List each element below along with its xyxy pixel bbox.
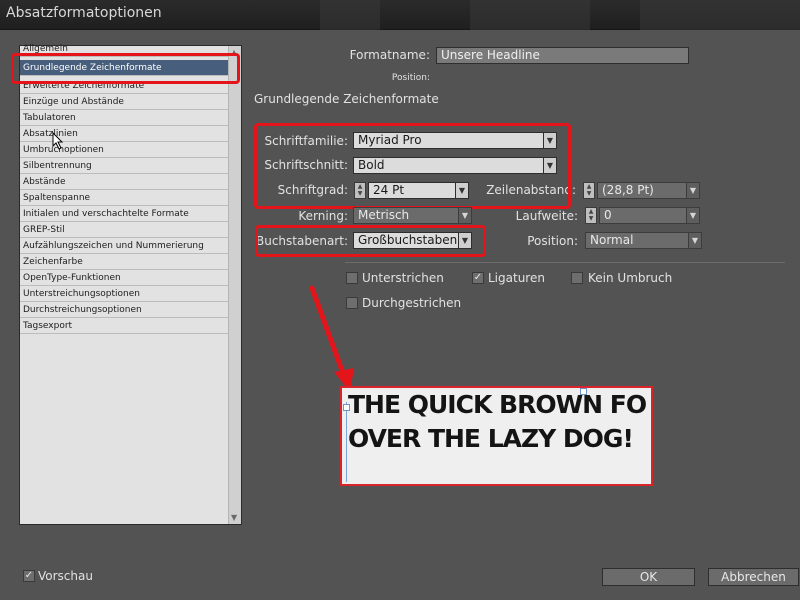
position-label: Position:: [527, 234, 578, 248]
section-title: Grundlegende Zeichenformate: [254, 92, 439, 106]
buchstabenart-highlight-box: [255, 225, 486, 257]
laufweite-label: Laufweite:: [515, 209, 578, 223]
preview-line-2: OVER THE LAZY DOG!: [348, 424, 634, 453]
divider: [345, 262, 785, 263]
category-item-zeichenfarbe[interactable]: Zeichenfarbe: [20, 254, 229, 270]
chevron-down-icon[interactable]: ▼: [686, 207, 700, 224]
category-item-tagsexport[interactable]: Tagsexport: [20, 318, 229, 334]
text-frame-edge: [346, 402, 347, 482]
titlebar-decoration: [320, 0, 380, 30]
category-item-einzuege-und-abstaende[interactable]: Einzüge und Abstände: [20, 94, 229, 110]
window-title: Absatzformatoptionen: [6, 5, 162, 21]
preview-line-1: THE QUICK BROWN FO: [348, 390, 647, 419]
vorschau-checkbox[interactable]: ✓: [23, 570, 35, 582]
category-item-grep-stil[interactable]: GREP-Stil: [20, 222, 229, 238]
category-item-unterstreichungsoptionen[interactable]: Unterstreichungsoptionen: [20, 286, 229, 302]
ligaturen-checkbox[interactable]: ✓: [472, 272, 484, 284]
mouse-cursor-icon: [52, 132, 64, 150]
title-bar: Absatzformatoptionen: [0, 0, 800, 30]
ligaturen-label: Ligaturen: [488, 271, 545, 285]
category-list[interactable]: Allgemein Grundlegende Zeichenformate Er…: [19, 44, 242, 525]
chevron-down-icon[interactable]: ▼: [686, 182, 700, 199]
category-item-aufzaehlungszeichen[interactable]: Aufzählungszeichen und Nummerierung: [20, 238, 229, 254]
font-settings-highlight-box: [254, 123, 571, 209]
kein-umbruch-checkbox[interactable]: [571, 272, 583, 284]
cancel-button[interactable]: Abbrechen: [708, 568, 799, 586]
laufweite-input[interactable]: 0: [599, 207, 687, 224]
scroll-down-arrow-icon[interactable]: ▼: [231, 513, 237, 522]
kerning-select[interactable]: Metrisch: [353, 207, 459, 224]
vorschau-label: Vorschau: [38, 569, 93, 583]
category-item-tabulatoren[interactable]: Tabulatoren: [20, 110, 229, 126]
chevron-down-icon[interactable]: ▼: [458, 207, 472, 224]
category-scrollbar[interactable]: ▲ ▼: [228, 46, 241, 524]
titlebar-decoration: [640, 0, 800, 30]
kein-umbruch-label: Kein Umbruch: [588, 271, 673, 285]
zeilenabstand-input[interactable]: (28,8 Pt): [597, 182, 687, 199]
text-preview: THE QUICK BROWN FO OVER THE LAZY DOG!: [340, 386, 653, 486]
ok-button[interactable]: OK: [602, 568, 695, 586]
unterstrichen-label: Unterstrichen: [362, 271, 444, 285]
position-select[interactable]: Normal: [585, 232, 689, 249]
titlebar-decoration: [470, 0, 590, 30]
durchgestrichen-label: Durchgestrichen: [362, 296, 462, 310]
formatname-input[interactable]: Unsere Headline: [436, 47, 689, 64]
category-item-opentype-funktionen[interactable]: OpenType-Funktionen: [20, 270, 229, 286]
zeilenabstand-stepper-icon[interactable]: ▲ ▼: [583, 182, 595, 199]
kerning-label: Kerning:: [298, 209, 348, 223]
category-item-abstaende[interactable]: Abstände: [20, 174, 229, 190]
category-item-silbentrennung[interactable]: Silbentrennung: [20, 158, 229, 174]
category-item-initialen[interactable]: Initialen und verschachtelte Formate: [20, 206, 229, 222]
laufweite-stepper-icon[interactable]: ▲ ▼: [585, 207, 597, 224]
category-item-spaltenspanne[interactable]: Spaltenspanne: [20, 190, 229, 206]
formatname-label: Formatname:: [349, 48, 430, 62]
category-item-durchstreichungsoptionen[interactable]: Durchstreichungsoptionen: [20, 302, 229, 318]
position-label: Position:: [391, 73, 430, 83]
category-highlight-box: [11, 53, 240, 84]
chevron-down-icon[interactable]: ▼: [688, 232, 702, 249]
